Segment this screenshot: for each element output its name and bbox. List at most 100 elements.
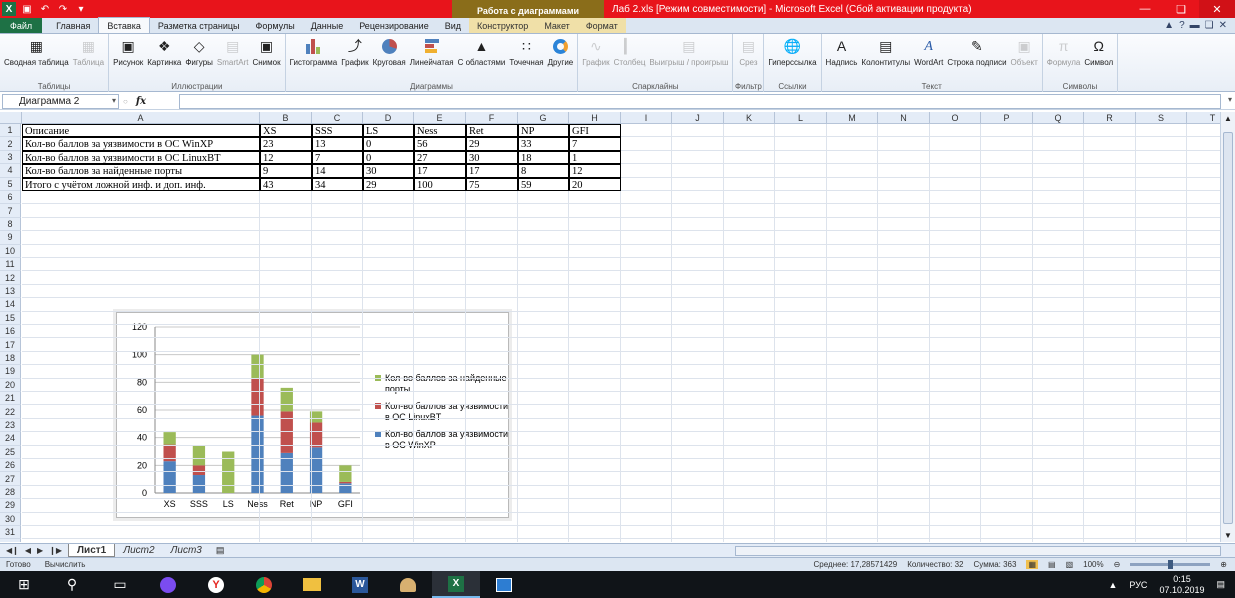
row-header[interactable]: 31 [0, 526, 21, 540]
chrome-icon[interactable] [240, 571, 288, 598]
empty-cell[interactable] [1084, 177, 1136, 191]
row-header[interactable]: 21 [0, 392, 21, 406]
tab-10[interactable]: Формат [577, 18, 626, 33]
sheet-tab-1[interactable]: Лист1 [68, 544, 116, 557]
empty-cell[interactable] [930, 338, 981, 352]
empty-cell[interactable] [260, 472, 312, 486]
empty-cell[interactable] [466, 351, 518, 366]
empty-cell[interactable] [775, 338, 827, 352]
empty-cell[interactable] [466, 204, 518, 218]
empty-cell[interactable] [569, 191, 621, 205]
row-header[interactable]: 18 [0, 351, 21, 366]
empty-cell[interactable] [518, 284, 569, 299]
empty-cell[interactable] [775, 432, 827, 446]
empty-cell[interactable] [22, 472, 260, 486]
empty-cell[interactable] [414, 365, 466, 379]
empty-cell[interactable] [775, 150, 827, 165]
empty-cell[interactable] [569, 418, 621, 433]
empty-cell[interactable] [466, 271, 518, 285]
empty-cell[interactable] [1136, 177, 1187, 191]
empty-cell[interactable] [312, 351, 363, 366]
empty-cell[interactable] [1136, 244, 1187, 258]
empty-cell[interactable] [775, 244, 827, 258]
scroll-down-icon[interactable]: ▼ [1224, 531, 1232, 540]
empty-cell[interactable] [22, 271, 260, 285]
empty-cell[interactable] [930, 539, 981, 542]
column-header[interactable]: P [981, 112, 1033, 124]
empty-cell[interactable] [363, 244, 414, 258]
empty-cell[interactable] [22, 539, 260, 542]
empty-cell[interactable] [621, 150, 672, 165]
empty-cell[interactable] [827, 418, 878, 433]
empty-cell[interactable] [22, 217, 260, 232]
empty-cell[interactable] [930, 378, 981, 392]
empty-cell[interactable] [22, 432, 260, 446]
empty-cell[interactable] [363, 418, 414, 433]
empty-cell[interactable] [621, 418, 672, 433]
empty-cell[interactable] [1187, 312, 1220, 325]
empty-cell[interactable] [518, 231, 569, 245]
empty-cell[interactable] [672, 418, 724, 433]
empty-cell[interactable] [1187, 419, 1220, 433]
empty-cell[interactable] [724, 499, 775, 513]
empty-cell[interactable] [827, 499, 878, 513]
empty-cell[interactable] [930, 298, 981, 312]
empty-cell[interactable] [312, 338, 363, 352]
empty-cell[interactable] [1136, 499, 1187, 513]
empty-cell[interactable] [1033, 284, 1084, 299]
empty-cell[interactable] [363, 271, 414, 285]
empty-cell[interactable] [775, 217, 827, 232]
tab-5[interactable]: Данные [303, 18, 352, 33]
empty-cell[interactable] [621, 472, 672, 486]
first-sheet-icon[interactable]: ◀❙ [6, 546, 19, 555]
close-icon[interactable]: ✕ [1199, 0, 1235, 18]
empty-cell[interactable] [312, 539, 363, 542]
empty-cell[interactable] [1187, 285, 1220, 299]
empty-cell[interactable] [775, 271, 827, 285]
empty-cell[interactable] [518, 472, 569, 486]
empty-cell[interactable] [569, 204, 621, 218]
empty-cell[interactable] [414, 418, 466, 433]
empty-cell[interactable] [569, 459, 621, 473]
empty-cell[interactable] [724, 124, 775, 138]
column-header[interactable]: N [878, 112, 930, 124]
empty-cell[interactable] [775, 298, 827, 312]
tab-9[interactable]: Макет [536, 18, 578, 33]
empty-cell[interactable] [827, 204, 878, 218]
empty-cell[interactable] [827, 191, 878, 205]
empty-cell[interactable] [363, 445, 414, 459]
empty-cell[interactable] [930, 124, 981, 138]
empty-cell[interactable] [621, 204, 672, 218]
empty-cell[interactable] [569, 351, 621, 366]
empty-cell[interactable] [724, 325, 775, 339]
empty-cell[interactable] [312, 405, 363, 419]
empty-cell[interactable] [260, 405, 312, 419]
empty-cell[interactable] [518, 311, 569, 325]
empty-cell[interactable] [466, 298, 518, 312]
empty-cell[interactable] [724, 204, 775, 218]
empty-cell[interactable] [1136, 150, 1187, 165]
empty-cell[interactable] [363, 539, 414, 542]
empty-cell[interactable] [466, 432, 518, 446]
empty-cell[interactable] [981, 177, 1033, 191]
empty-cell[interactable] [672, 432, 724, 446]
column-header[interactable]: O [930, 112, 981, 124]
empty-cell[interactable] [569, 258, 621, 272]
empty-cell[interactable] [621, 539, 672, 542]
empty-cell[interactable] [930, 150, 981, 165]
table-cell[interactable]: 33 [518, 137, 569, 151]
empty-cell[interactable] [1187, 446, 1220, 459]
empty-cell[interactable] [775, 137, 827, 151]
empty-cell[interactable] [672, 298, 724, 312]
empty-cell[interactable] [672, 177, 724, 191]
empty-cell[interactable] [672, 311, 724, 325]
empty-cell[interactable] [260, 351, 312, 366]
empty-cell[interactable] [981, 445, 1033, 459]
row-header[interactable]: 8 [0, 217, 21, 232]
empty-cell[interactable] [878, 526, 930, 540]
empty-cell[interactable] [1084, 124, 1136, 138]
empty-cell[interactable] [22, 204, 260, 218]
empty-cell[interactable] [1187, 191, 1220, 205]
empty-cell[interactable] [466, 191, 518, 205]
empty-cell[interactable] [878, 231, 930, 245]
